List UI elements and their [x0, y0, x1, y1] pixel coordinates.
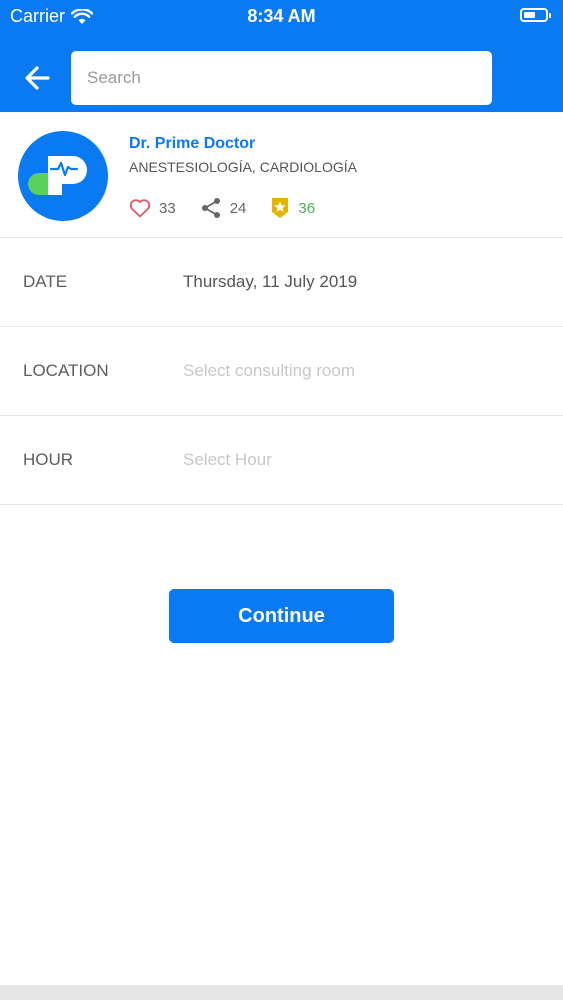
- doctor-name[interactable]: Dr. Prime Doctor: [129, 135, 255, 153]
- arrow-left-icon: [25, 66, 50, 90]
- bottom-bar: [0, 985, 563, 1000]
- date-row[interactable]: DATE Thursday, 11 July 2019: [0, 238, 563, 327]
- battery-level: [524, 12, 535, 18]
- doctor-specialties: ANESTESIOLOGÍA, CARDIOLOGÍA: [129, 159, 357, 175]
- rating-stat[interactable]: 36: [270, 197, 315, 219]
- back-button[interactable]: [20, 60, 56, 96]
- app-header: Carrier 8:34 AM: [0, 0, 563, 112]
- location-select[interactable]: Select consulting room: [183, 327, 355, 415]
- location-row[interactable]: LOCATION Select consulting room: [0, 327, 563, 416]
- heart-icon: [129, 199, 151, 218]
- badge-star-icon: [272, 198, 289, 218]
- rating-count: 36: [298, 199, 316, 217]
- doctor-logo-icon: [28, 156, 87, 195]
- like-stat[interactable]: 33: [129, 198, 176, 218]
- doctor-card: Dr. Prime Doctor ANESTESIOLOGÍA, CARDIOL…: [0, 112, 563, 238]
- status-time: 8:34 AM: [247, 6, 316, 26]
- continue-button[interactable]: Continue: [169, 589, 394, 643]
- date-value[interactable]: Thursday, 11 July 2019: [183, 238, 357, 326]
- hour-select[interactable]: Select Hour: [183, 416, 272, 504]
- share-icon: [201, 198, 220, 218]
- location-label: LOCATION: [23, 361, 109, 380]
- doctor-stats: 33 24 36: [129, 197, 339, 219]
- like-count: 33: [159, 199, 176, 217]
- share-stat[interactable]: 24: [200, 197, 247, 219]
- hour-label: HOUR: [23, 450, 74, 469]
- avatar: [18, 131, 108, 221]
- share-count: 24: [229, 199, 247, 217]
- date-label: DATE: [23, 272, 68, 291]
- battery-icon: [520, 8, 551, 22]
- hour-row[interactable]: HOUR Select Hour: [0, 416, 563, 505]
- status-bar: Carrier 8:34 AM: [0, 0, 563, 32]
- search-input[interactable]: [71, 51, 492, 105]
